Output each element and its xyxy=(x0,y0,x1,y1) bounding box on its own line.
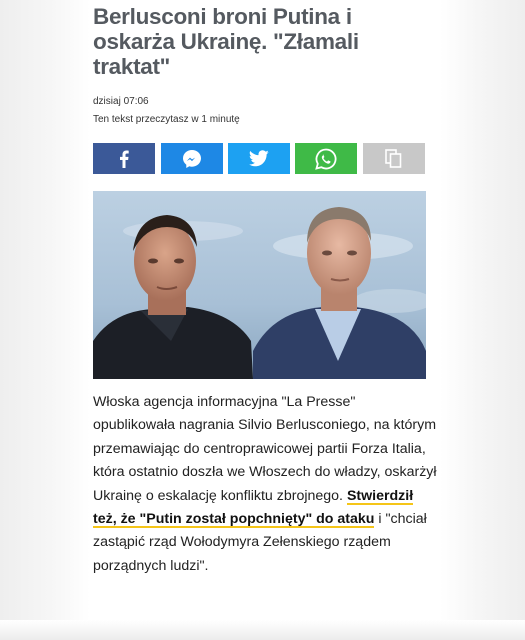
copy-icon xyxy=(385,148,402,168)
background-right xyxy=(440,0,525,640)
facebook-icon xyxy=(120,150,129,168)
share-bar xyxy=(93,143,426,174)
article-title: Berlusconi broni Putina i oskarża Ukrain… xyxy=(93,4,359,79)
share-whatsapp-button[interactable] xyxy=(295,143,357,174)
article-photo xyxy=(93,191,426,379)
whatsapp-icon xyxy=(315,148,337,170)
twitter-icon xyxy=(249,150,269,167)
background-bottom xyxy=(0,620,525,640)
background-left xyxy=(0,0,90,640)
reading-time: Ten tekst przeczytasz w 1 minutę xyxy=(93,114,240,125)
copy-link-button[interactable] xyxy=(363,143,425,174)
share-twitter-button[interactable] xyxy=(228,143,290,174)
messenger-icon xyxy=(183,149,201,168)
share-facebook-button[interactable] xyxy=(93,143,155,174)
publish-time: dzisiaj 07:06 xyxy=(93,96,149,107)
share-messenger-button[interactable] xyxy=(161,143,223,174)
article-body: Włoska agencja informacyjna "La Presse" … xyxy=(93,391,438,578)
